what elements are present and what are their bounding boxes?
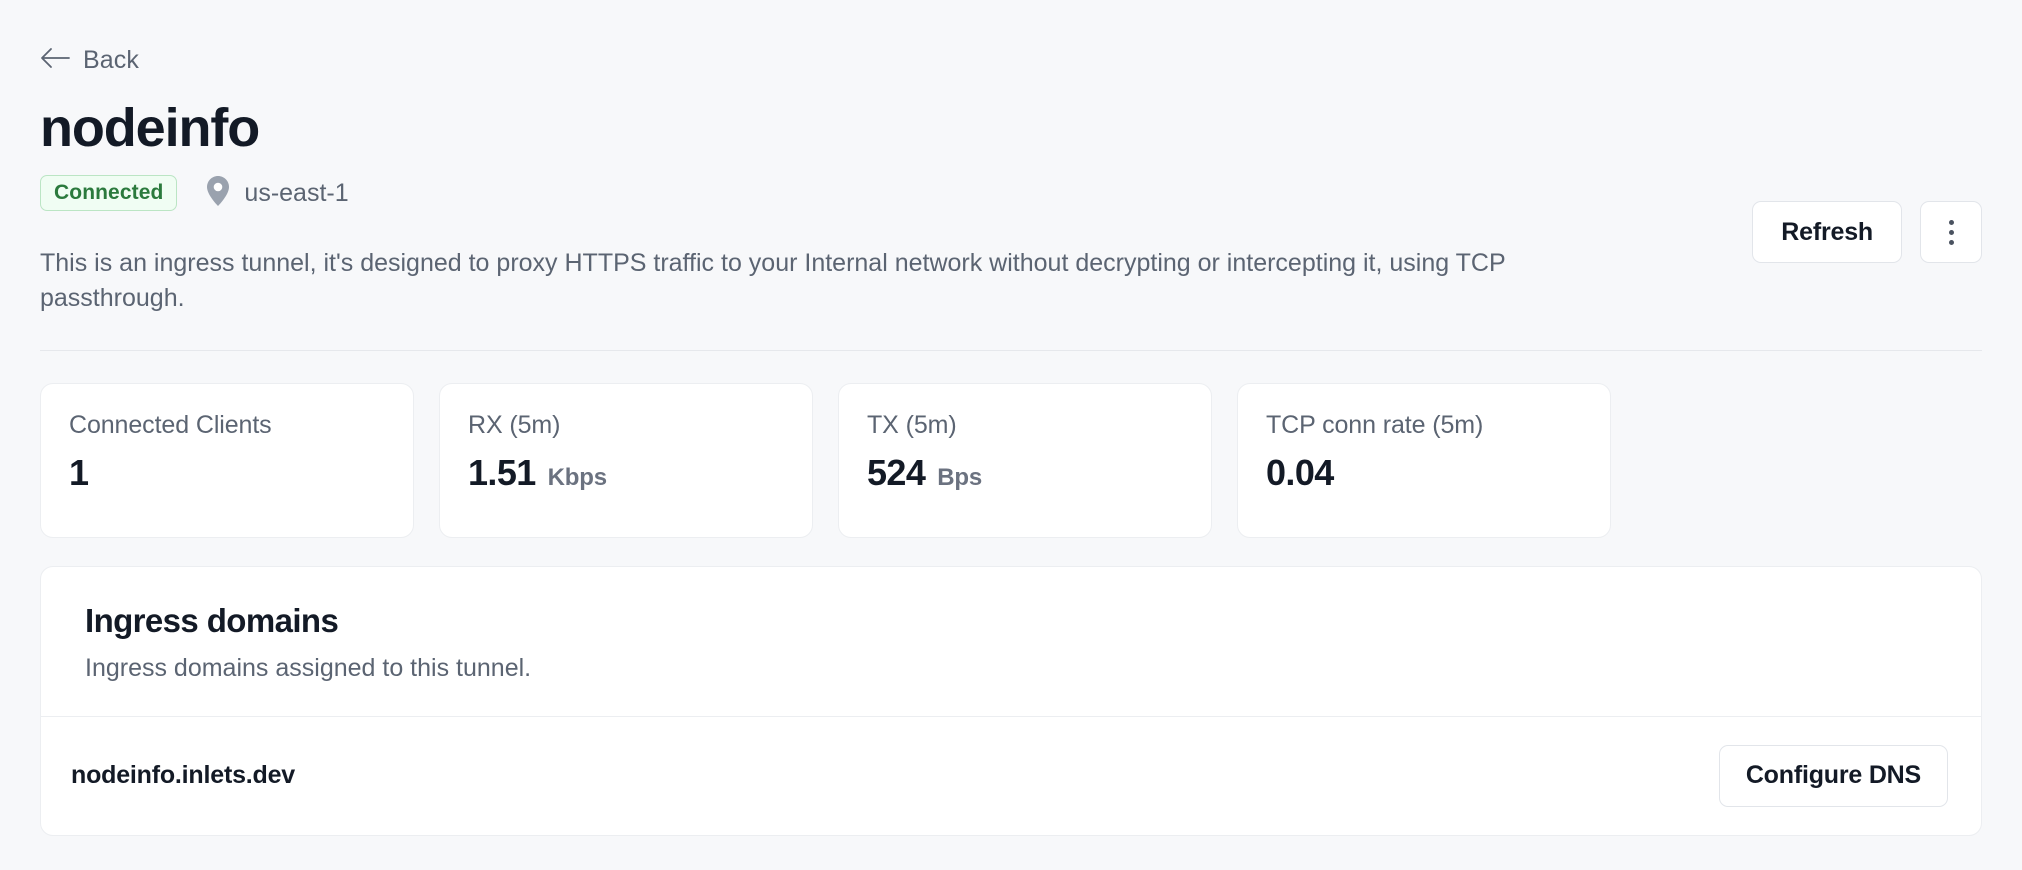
- stat-value: 0.04: [1266, 451, 1334, 493]
- page-title: nodeinfo: [40, 98, 260, 158]
- stat-value-row: 524 Bps: [867, 452, 1183, 494]
- panel-subtitle: Ingress domains assigned to this tunnel.: [85, 653, 532, 682]
- configure-dns-button[interactable]: Configure DNS: [1718, 744, 1948, 807]
- stat-label: Connected Clients: [69, 410, 272, 439]
- stat-card-tx: TX (5m) 524 Bps: [838, 382, 1212, 538]
- meta-row: Connected us-east-1: [40, 175, 1982, 212]
- back-link[interactable]: Back: [40, 46, 139, 75]
- domain-name: nodeinfo.inlets.dev: [71, 761, 295, 790]
- stat-value-row: 1: [69, 452, 385, 494]
- stat-label: RX (5m): [468, 410, 561, 439]
- stat-value-row: 1.51 Kbps: [468, 452, 784, 494]
- stat-value-row: 0.04: [1266, 452, 1582, 494]
- region: us-east-1: [205, 175, 349, 212]
- stat-unit: Bps: [937, 463, 983, 491]
- table-row: nodeinfo.inlets.dev Configure DNS: [41, 717, 1981, 835]
- stat-label: TCP conn rate (5m): [1266, 410, 1484, 439]
- arrow-left-icon: [40, 47, 70, 74]
- tunnel-detail-page: Back nodeinfo Connected us-east-1 Refres…: [0, 46, 2022, 870]
- map-pin-icon: [205, 175, 231, 212]
- panel-title: Ingress domains: [85, 601, 339, 639]
- stat-value: 1.51: [468, 451, 536, 493]
- stat-card-rx: RX (5m) 1.51 Kbps: [439, 382, 813, 538]
- stat-value: 524: [867, 451, 926, 493]
- overflow-menu-button[interactable]: [1920, 201, 1982, 263]
- refresh-button[interactable]: Refresh: [1752, 201, 1902, 263]
- title-row: nodeinfo: [40, 100, 1982, 157]
- panel-header: Ingress domains Ingress domains assigned…: [41, 567, 1981, 716]
- stat-label: TX (5m): [867, 410, 957, 439]
- section-divider: [40, 349, 1982, 351]
- status-badge: Connected: [40, 175, 178, 212]
- stat-card-tcp-conn-rate: TCP conn rate (5m) 0.04: [1237, 382, 1611, 538]
- back-label: Back: [83, 46, 139, 74]
- tunnel-description: This is an ingress tunnel, it's designed…: [40, 248, 1506, 313]
- stat-unit: Kbps: [547, 463, 607, 491]
- stats-row: Connected Clients 1 RX (5m) 1.51 Kbps TX…: [40, 382, 1982, 538]
- region-label: us-east-1: [244, 178, 349, 207]
- kebab-menu-icon: [1948, 219, 1954, 245]
- stat-value: 1: [69, 451, 89, 493]
- stat-card-connected-clients: Connected Clients 1: [40, 382, 414, 538]
- header-actions: Refresh: [1752, 201, 1982, 263]
- ingress-domains-panel: Ingress domains Ingress domains assigned…: [40, 565, 1982, 836]
